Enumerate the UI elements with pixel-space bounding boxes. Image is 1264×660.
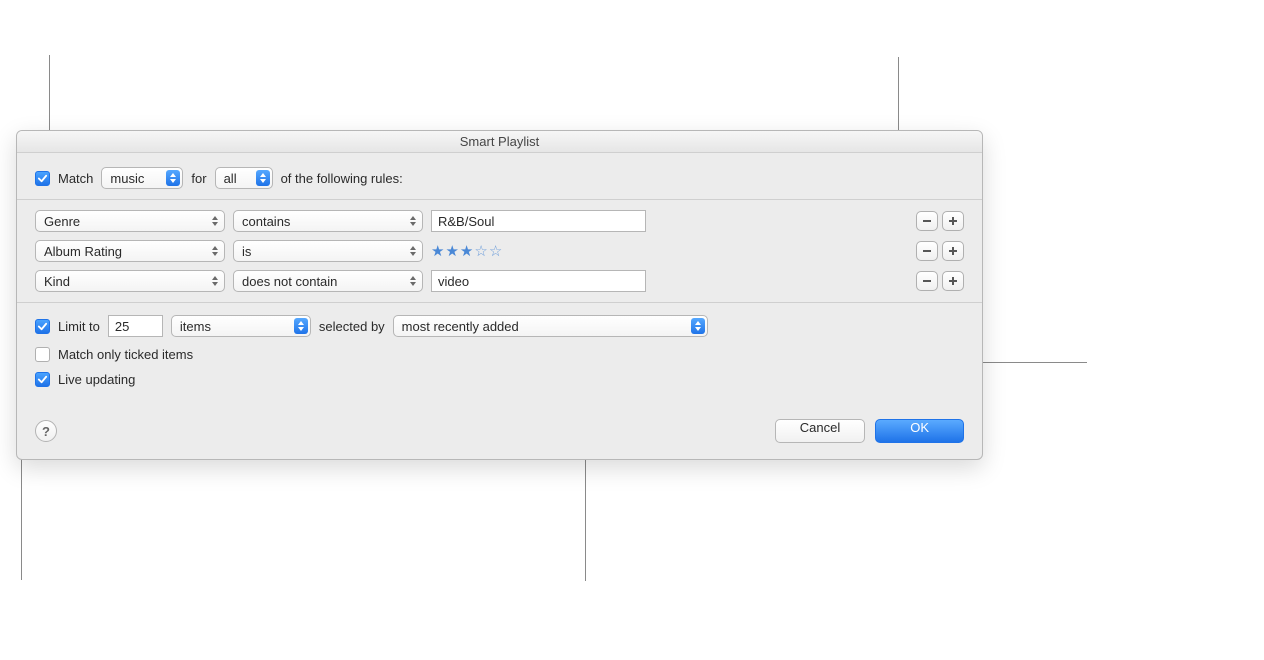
rule-row: Album Rating is ★★★☆☆: [17, 236, 982, 266]
minus-icon: [922, 276, 932, 286]
rule-field-popup[interactable]: Kind: [35, 270, 225, 292]
limit-row: Limit to 25 items selected by most recen…: [35, 315, 964, 337]
popup-stepper-icon: [406, 243, 420, 259]
minus-icon: [922, 246, 932, 256]
limit-count-input[interactable]: 25: [108, 315, 163, 337]
window-title: Smart Playlist: [17, 131, 982, 153]
popup-stepper-icon: [406, 273, 420, 289]
live-updating-label: Live updating: [58, 372, 135, 387]
add-rule-button[interactable]: [942, 271, 964, 291]
rule-operator-popup[interactable]: does not contain: [233, 270, 423, 292]
star-filled-icon: ★: [445, 242, 458, 260]
popup-stepper-icon: [691, 318, 705, 334]
star-filled-icon: ★: [431, 242, 444, 260]
plus-icon: [948, 276, 958, 286]
popup-stepper-icon: [208, 243, 222, 259]
live-updating-row: Live updating: [35, 372, 964, 387]
remove-rule-button[interactable]: [916, 211, 938, 231]
dialog-footer: ? Cancel OK: [35, 419, 964, 443]
remove-rule-button[interactable]: [916, 241, 938, 261]
remove-rule-button[interactable]: [916, 271, 938, 291]
match-ticked-checkbox[interactable]: [35, 347, 50, 362]
rule-row: Kind does not contain video: [17, 266, 982, 296]
match-ticked-label: Match only ticked items: [58, 347, 193, 362]
match-for-label: for: [191, 171, 206, 186]
rule-field-value: Kind: [44, 274, 70, 289]
rule-field-popup[interactable]: Album Rating: [35, 240, 225, 262]
rule-value-input[interactable]: R&B/Soul: [431, 210, 646, 232]
popup-stepper-icon: [208, 273, 222, 289]
smart-playlist-dialog: Smart Playlist Match music for all of th…: [16, 130, 983, 460]
selected-by-label: selected by: [319, 319, 385, 334]
rule-operator-value: contains: [242, 214, 290, 229]
rule-operator-popup[interactable]: is: [233, 240, 423, 262]
match-media-value: music: [110, 171, 144, 186]
add-rule-button[interactable]: [942, 241, 964, 261]
limit-checkbox[interactable]: [35, 319, 50, 334]
match-scope-popup[interactable]: all: [215, 167, 273, 189]
rule-field-value: Genre: [44, 214, 80, 229]
live-updating-checkbox[interactable]: [35, 372, 50, 387]
limit-count-value: 25: [115, 319, 129, 334]
match-checkbox[interactable]: [35, 171, 50, 186]
popup-stepper-icon: [256, 170, 270, 186]
star-filled-icon: ★: [460, 242, 473, 260]
limit-unit-popup[interactable]: items: [171, 315, 311, 337]
selected-by-value: most recently added: [402, 319, 519, 334]
star-empty-icon: ☆: [474, 242, 487, 260]
help-icon: ?: [42, 424, 50, 439]
rule-field-popup[interactable]: Genre: [35, 210, 225, 232]
cancel-button[interactable]: Cancel: [775, 419, 865, 443]
match-ticked-row: Match only ticked items: [35, 347, 964, 362]
plus-icon: [948, 246, 958, 256]
ok-button[interactable]: OK: [875, 419, 964, 443]
rule-operator-value: does not contain: [242, 274, 337, 289]
match-label: Match: [58, 171, 93, 186]
rule-operator-popup[interactable]: contains: [233, 210, 423, 232]
rule-value-text: R&B/Soul: [438, 214, 494, 229]
star-empty-icon: ☆: [489, 242, 502, 260]
help-button[interactable]: ?: [35, 420, 57, 442]
match-scope-value: all: [224, 171, 237, 186]
add-rule-button[interactable]: [942, 211, 964, 231]
match-tail-label: of the following rules:: [281, 171, 403, 186]
popup-stepper-icon: [166, 170, 180, 186]
rule-operator-value: is: [242, 244, 251, 259]
rule-field-value: Album Rating: [44, 244, 122, 259]
match-row: Match music for all of the following rul…: [35, 167, 964, 189]
rule-value-text: video: [438, 274, 469, 289]
dialog-content: Match music for all of the following rul…: [17, 153, 982, 459]
rule-row: Genre contains R&B/Soul: [17, 206, 982, 236]
rule-star-rating[interactable]: ★★★☆☆: [431, 242, 646, 260]
limit-label: Limit to: [58, 319, 100, 334]
selected-by-popup[interactable]: most recently added: [393, 315, 708, 337]
popup-stepper-icon: [208, 213, 222, 229]
popup-stepper-icon: [406, 213, 420, 229]
plus-icon: [948, 216, 958, 226]
minus-icon: [922, 216, 932, 226]
popup-stepper-icon: [294, 318, 308, 334]
rules-list: Genre contains R&B/Soul: [17, 199, 982, 303]
match-media-popup[interactable]: music: [101, 167, 183, 189]
rule-value-input[interactable]: video: [431, 270, 646, 292]
limit-unit-value: items: [180, 319, 211, 334]
